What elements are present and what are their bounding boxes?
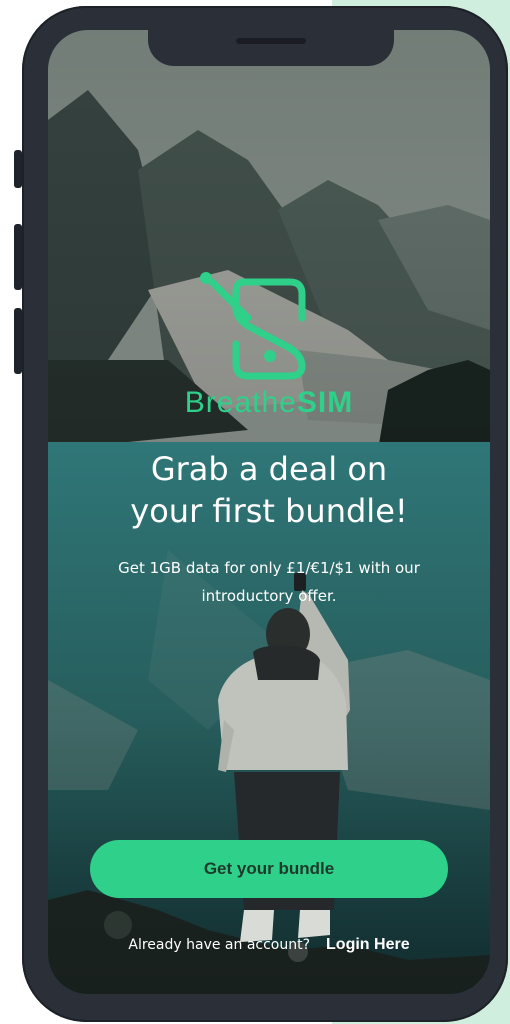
brand-name-light: Breathe xyxy=(184,386,297,419)
phone-notch xyxy=(148,30,394,66)
hero-subtext-line-1: Get 1GB data for only £1/€1/$1 with our xyxy=(118,559,420,577)
phone-earpiece xyxy=(236,38,306,44)
login-prompt-row: Already have an account? Login Here xyxy=(48,936,490,954)
hero-headline: Grab a deal on your first bundle! xyxy=(68,448,470,532)
brand-name-bold: SIM xyxy=(296,386,354,419)
hero-headline-line-2: your first bundle! xyxy=(130,492,408,530)
phone-volume-up-button xyxy=(14,224,22,290)
login-here-link[interactable]: Login Here xyxy=(326,936,410,953)
get-your-bundle-button[interactable]: Get your bundle xyxy=(90,840,448,898)
hero-headline-line-1: Grab a deal on xyxy=(150,450,388,488)
app-screen: BreatheSIM Grab a deal on your first bun… xyxy=(48,30,490,994)
sim-card-logo-icon xyxy=(200,272,306,380)
phone-volume-down-button xyxy=(14,308,22,374)
account-prompt-text: Already have an account? xyxy=(128,937,311,953)
phone-silent-switch xyxy=(14,150,22,188)
hero-subtext: Get 1GB data for only £1/€1/$1 with our … xyxy=(78,554,460,610)
brand-name: BreatheSIM xyxy=(48,386,490,420)
hero-subtext-line-2: introductory offer. xyxy=(201,587,337,605)
